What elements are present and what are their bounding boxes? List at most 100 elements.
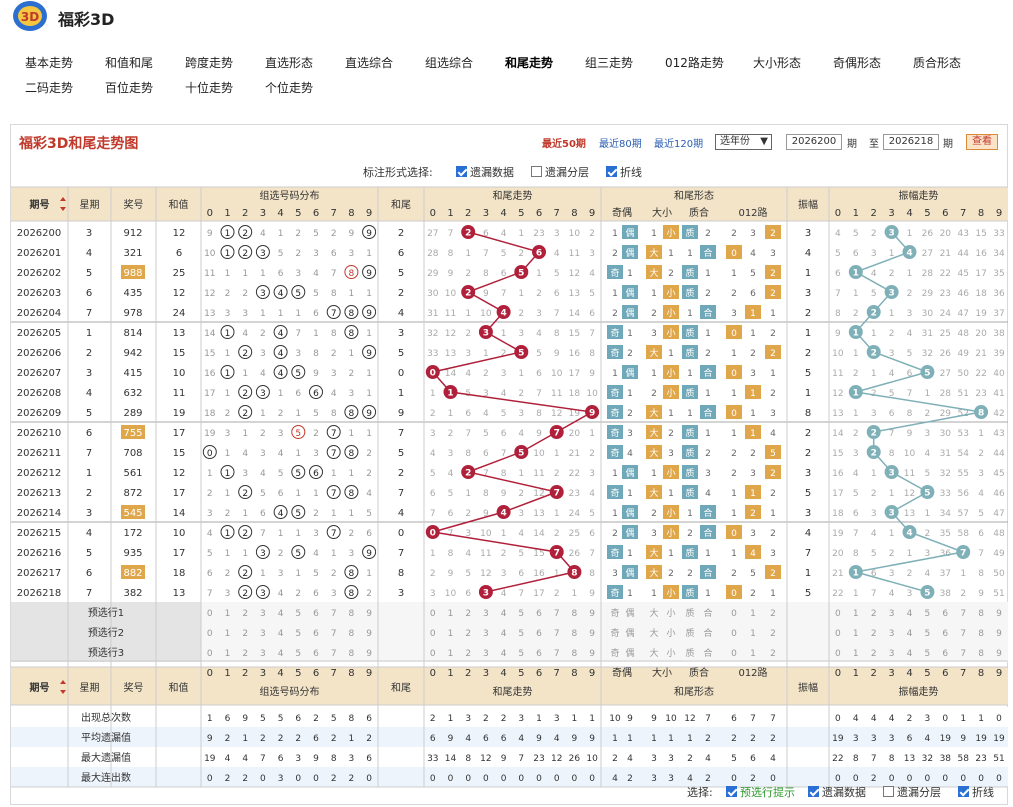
preselect-digit[interactable]: 0 [430, 649, 436, 659]
footer-missing-layer[interactable]: 遗漏分层 [883, 784, 941, 800]
preselect-shape[interactable]: 质 [685, 607, 694, 619]
preselect-shape[interactable]: 1 [750, 649, 756, 659]
preselect-digit[interactable]: 1 [225, 649, 231, 659]
checkbox-checked-icon[interactable] [808, 786, 819, 797]
footer-header-period[interactable]: 期号 [30, 681, 50, 694]
preselect-shape[interactable]: 2 [770, 649, 776, 659]
preselect-digit[interactable]: 0 [835, 609, 841, 619]
preselect-shape[interactable]: 2 [770, 609, 776, 619]
preselect-digit[interactable]: 9 [366, 609, 372, 619]
preselect-digit[interactable]: 8 [978, 649, 984, 659]
nav-item-5[interactable]: 组选综合 [425, 54, 473, 71]
preselect-shape[interactable]: 0 [731, 629, 737, 639]
preselect-digit[interactable]: 1 [225, 609, 231, 619]
preselect-digit[interactable]: 6 [313, 649, 319, 659]
preselect-digit[interactable]: 3 [889, 649, 895, 659]
preselect-digit[interactable]: 1 [853, 609, 859, 619]
preselect-digit[interactable]: 9 [996, 629, 1002, 639]
footer-missing-data[interactable]: 遗漏数据 [808, 784, 866, 800]
preselect-digit[interactable]: 7 [960, 649, 966, 659]
preselect-digit[interactable]: 5 [925, 609, 931, 619]
preselect-shape[interactable]: 大 [649, 647, 658, 659]
nav-item-11[interactable]: 质合形态 [913, 54, 961, 71]
preselect-digit[interactable]: 1 [448, 609, 454, 619]
preselect-digit[interactable]: 2 [871, 609, 877, 619]
preselect-digit[interactable]: 7 [554, 609, 560, 619]
preselect-digit[interactable]: 3 [483, 629, 489, 639]
preselect-digit[interactable]: 0 [207, 629, 213, 639]
nav-item-1[interactable]: 和值和尾 [105, 54, 153, 71]
preselect-digit[interactable]: 0 [207, 649, 213, 659]
preselect-digit[interactable]: 8 [978, 609, 984, 619]
preselect-digit[interactable]: 5 [518, 609, 524, 619]
preselect-digit[interactable]: 9 [589, 649, 595, 659]
preselect-digit[interactable]: 1 [853, 629, 859, 639]
preselect-digit[interactable]: 4 [907, 629, 913, 639]
nav-item-14[interactable]: 十位走势 [185, 79, 233, 96]
preselect-digit[interactable]: 8 [572, 649, 578, 659]
preselect-digit[interactable]: 8 [572, 609, 578, 619]
checkbox-checked-icon[interactable] [958, 786, 969, 797]
preselect-shape[interactable]: 质 [685, 647, 694, 659]
preselect-digit[interactable]: 5 [295, 609, 301, 619]
preselect-digit[interactable]: 3 [889, 609, 895, 619]
preselect-digit[interactable]: 8 [349, 609, 355, 619]
preselect-shape[interactable]: 2 [770, 629, 776, 639]
nav-item-6[interactable]: 和尾走势 [505, 54, 553, 71]
preselect-digit[interactable]: 6 [536, 629, 542, 639]
preselect-digit[interactable]: 5 [518, 649, 524, 659]
nav-item-3[interactable]: 直选形态 [265, 54, 313, 71]
preselect-digit[interactable]: 2 [242, 629, 248, 639]
preselect-shape[interactable]: 奇 [610, 647, 619, 659]
nav-item-10[interactable]: 奇偶形态 [833, 54, 881, 71]
preselect-digit[interactable]: 5 [295, 649, 301, 659]
preselect-digit[interactable]: 3 [260, 609, 266, 619]
preselect-shape[interactable]: 大 [649, 627, 658, 639]
preselect-digit[interactable]: 4 [278, 629, 284, 639]
preselect-digit[interactable]: 4 [501, 649, 507, 659]
preselect-digit[interactable]: 0 [430, 629, 436, 639]
preselect-digit[interactable]: 7 [331, 609, 337, 619]
preselect-digit[interactable]: 5 [518, 629, 524, 639]
nav-item-7[interactable]: 组三走势 [585, 54, 633, 71]
preselect-digit[interactable]: 3 [483, 649, 489, 659]
preselect-digit[interactable]: 6 [313, 629, 319, 639]
nav-item-15[interactable]: 个位走势 [265, 79, 313, 96]
nav-item-4[interactable]: 直选综合 [345, 54, 393, 71]
preselect-digit[interactable]: 7 [554, 629, 560, 639]
preselect-shape[interactable]: 偶 [625, 647, 634, 659]
preselect-digit[interactable]: 6 [942, 649, 948, 659]
preselect-digit[interactable]: 4 [907, 609, 913, 619]
preselect-shape[interactable]: 小 [666, 648, 675, 659]
preselect-shape[interactable]: 偶 [625, 627, 634, 639]
preselect-digit[interactable]: 6 [313, 609, 319, 619]
preselect-shape[interactable]: 1 [750, 629, 756, 639]
preselect-digit[interactable]: 9 [366, 629, 372, 639]
preselect-digit[interactable]: 9 [996, 649, 1002, 659]
preselect-digit[interactable]: 3 [889, 629, 895, 639]
preselect-shape[interactable]: 1 [750, 609, 756, 619]
checkbox-checked-icon[interactable] [726, 786, 737, 797]
nav-item-13[interactable]: 百位走势 [105, 79, 153, 96]
preselect-shape[interactable]: 质 [685, 627, 694, 639]
preselect-digit[interactable]: 5 [925, 629, 931, 639]
preselect-digit[interactable]: 7 [554, 649, 560, 659]
preselect-shape[interactable]: 奇 [610, 607, 619, 619]
preselect-digit[interactable]: 6 [536, 609, 542, 619]
preselect-digit[interactable]: 2 [465, 609, 471, 619]
header-period[interactable]: 期号 [30, 198, 50, 211]
nav-item-2[interactable]: 跨度走势 [185, 54, 233, 71]
preselect-digit[interactable]: 2 [465, 629, 471, 639]
preselect-digit[interactable]: 5 [295, 629, 301, 639]
checkbox-icon[interactable] [883, 786, 894, 797]
preselect-digit[interactable]: 8 [349, 629, 355, 639]
preselect-digit[interactable]: 7 [960, 609, 966, 619]
preselect-digit[interactable]: 4 [278, 609, 284, 619]
preselect-digit[interactable]: 0 [835, 649, 841, 659]
preselect-digit[interactable]: 5 [925, 649, 931, 659]
preselect-digit[interactable]: 7 [331, 649, 337, 659]
preselect-shape[interactable]: 大 [649, 607, 658, 619]
preselect-shape[interactable]: 合 [703, 647, 712, 659]
preselect-digit[interactable]: 4 [501, 609, 507, 619]
preselect-shape[interactable]: 小 [666, 608, 675, 619]
